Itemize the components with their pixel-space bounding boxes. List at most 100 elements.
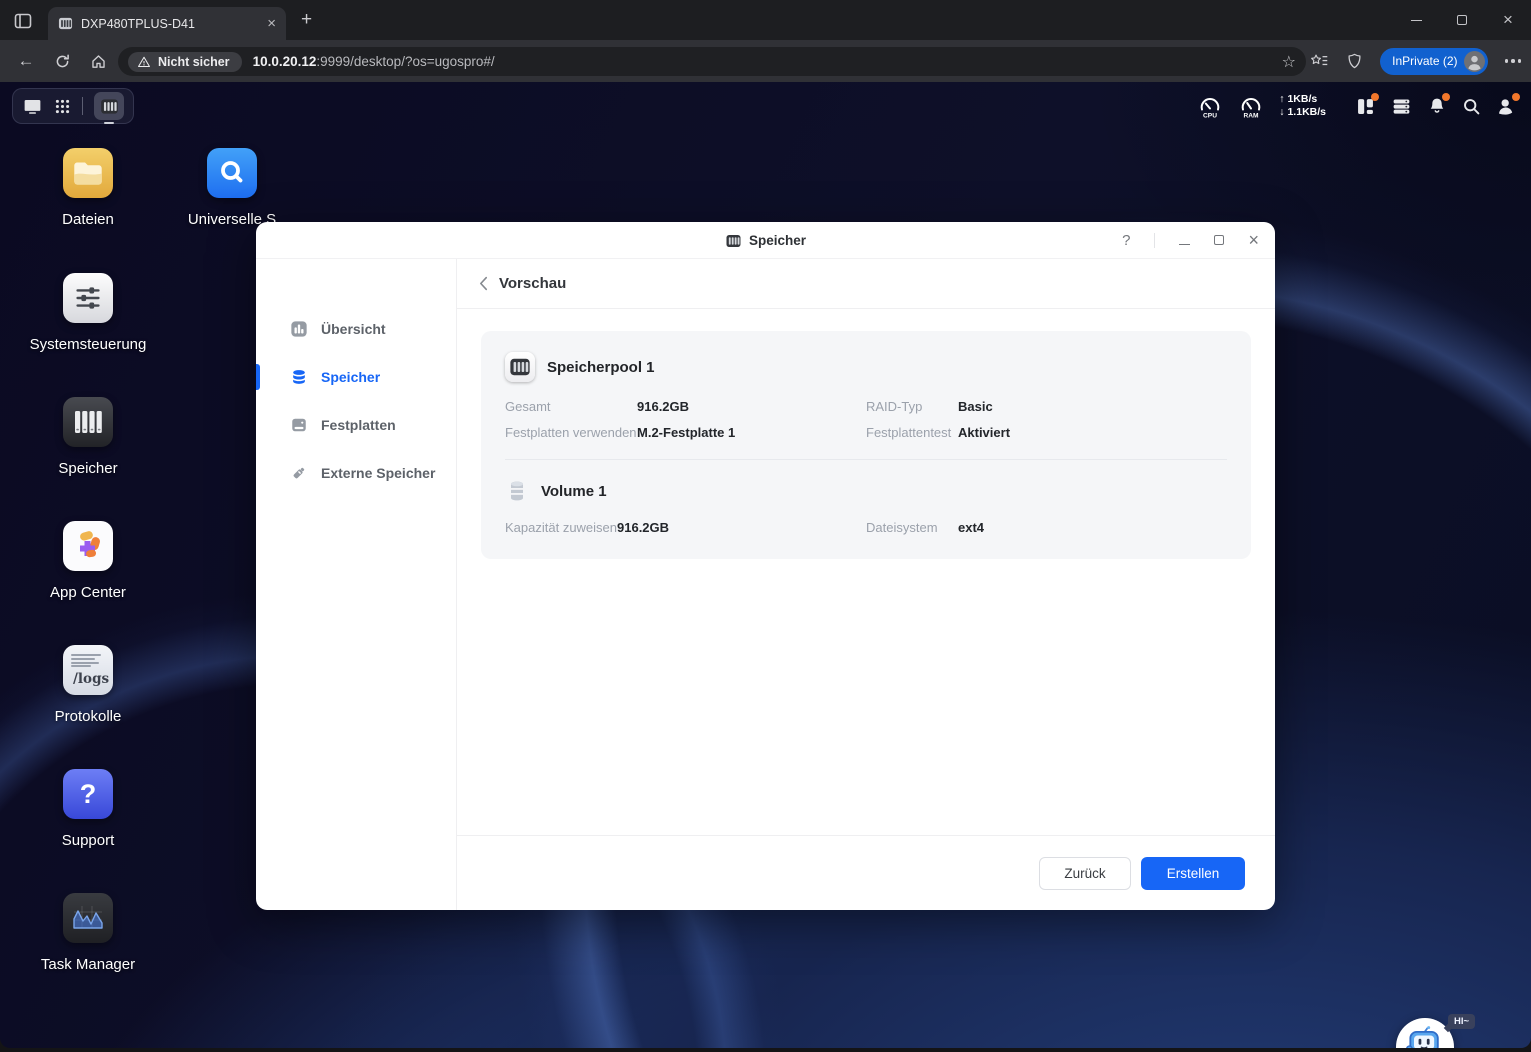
desktop-icon-app-center[interactable]: App Center — [23, 521, 153, 601]
svg-text:CPU: CPU — [1203, 113, 1217, 120]
hard-drive-icon — [290, 416, 308, 434]
dialog-title: Speicher — [748, 233, 807, 248]
app-center-icon — [63, 521, 113, 571]
desktop-icon-task-manager[interactable]: Task Manager — [23, 893, 153, 973]
profile-avatar — [1463, 50, 1485, 72]
back-button-dialog[interactable]: Zurück — [1039, 856, 1131, 890]
storage-bays-icon — [63, 397, 113, 447]
storage-pool-icon — [505, 352, 535, 382]
search-icon[interactable] — [1462, 97, 1481, 116]
preview-card: Speicherpool 1 Gesamt 916.2GB RAID-Typ B… — [481, 331, 1251, 559]
desktop-icon-storage[interactable]: Speicher — [23, 397, 153, 477]
home-button[interactable] — [80, 53, 116, 70]
pool-section-header: Speicherpool 1 — [505, 352, 1227, 382]
warning-icon — [137, 55, 151, 69]
task-manager-chart-icon — [63, 893, 113, 943]
system-status-bar: CPU RAM ↑ 1KB/s ↓ 1.1KB/s — [1197, 88, 1520, 124]
dialog-controls-divider — [1154, 233, 1156, 248]
notifications-bell-icon[interactable] — [1427, 93, 1450, 116]
dialog-maximize-button[interactable] — [1214, 232, 1225, 250]
desktop-icon-files[interactable]: Dateien — [23, 148, 153, 228]
ram-gauge-icon[interactable]: RAM — [1238, 93, 1264, 119]
detail-row: Kapazität zuweisen 916.2GB — [505, 520, 670, 535]
browser-maximize-button[interactable] — [1439, 0, 1485, 40]
desktop-icon-logs[interactable]: /logs Protokolle — [23, 645, 153, 725]
desktop-icon-control-panel[interactable]: Systemsteuerung — [23, 273, 153, 353]
dock-divider — [82, 97, 83, 115]
browser-menu-icon[interactable] — [1504, 59, 1521, 63]
sidebar-item-overview[interactable]: Übersicht — [256, 305, 456, 353]
detail-row: Festplatten verwenden M.2-Festplatte 1 — [505, 425, 736, 440]
create-button[interactable]: Erstellen — [1141, 856, 1245, 890]
widgets-icon[interactable] — [1355, 92, 1379, 117]
cpu-gauge-icon[interactable]: CPU — [1197, 93, 1223, 119]
sidebar-item-disks[interactable]: Festplatten — [256, 401, 456, 449]
inprivate-profile-badge[interactable]: InPrivate (2) — [1380, 47, 1488, 75]
browser-close-button[interactable]: × — [1485, 0, 1531, 40]
show-desktop-icon[interactable] — [22, 96, 43, 117]
url-path: :9999/desktop/?os=ugospro#/ — [316, 54, 495, 69]
svg-text:RAM: RAM — [1244, 113, 1260, 120]
mascot-speech-bubble: HI~ — [1448, 1014, 1476, 1029]
tab-close-icon[interactable]: × — [267, 16, 276, 31]
browser-essentials-shield-icon[interactable] — [1346, 52, 1363, 70]
url-text: 10.0.20.12:9999/desktop/?os=ugospro#/ — [253, 54, 495, 69]
usb-drive-icon — [290, 464, 308, 482]
control-panel-sliders-icon — [63, 273, 113, 323]
files-folder-icon — [63, 148, 113, 198]
browser-titlebar: DXP480TPLUS-D41 × + × — [0, 0, 1531, 40]
favorites-hub-icon[interactable] — [1310, 52, 1329, 70]
overview-chart-icon — [290, 320, 308, 338]
dialog-close-button[interactable]: × — [1248, 230, 1259, 251]
preview-scroll-area: Speicherpool 1 Gesamt 916.2GB RAID-Typ B… — [457, 309, 1275, 835]
tab-title: DXP480TPLUS-D41 — [81, 16, 195, 31]
sidebar-item-external-storage[interactable]: Externe Speicher — [256, 449, 456, 497]
reload-button[interactable] — [44, 53, 80, 70]
detail-row: Festplattentest Aktiviert — [866, 425, 1011, 440]
dialog-nas-icon — [725, 233, 741, 249]
user-account-icon[interactable] — [1496, 92, 1520, 117]
browser-tab[interactable]: DXP480TPLUS-D41 × — [48, 7, 286, 40]
address-bar[interactable]: Nicht sicher 10.0.20.12:9999/desktop/?os… — [118, 47, 1306, 76]
dialog-footer: Zurück Erstellen — [457, 835, 1275, 910]
logs-icon-text: /logs — [73, 671, 110, 688]
notification-dot — [1371, 92, 1379, 101]
dialog-header[interactable]: Speicher ? × — [256, 222, 1275, 259]
dialog-title-group: Speicher — [725, 222, 806, 259]
volume-title: Volume 1 — [541, 482, 607, 500]
background-tasks-icon[interactable] — [1391, 96, 1412, 117]
card-divider — [505, 459, 1227, 460]
upload-arrow-icon: ↑ — [1279, 93, 1285, 105]
desktop-icon-support[interactable]: ? Support — [23, 769, 153, 849]
dialog-minimize-button[interactable] — [1179, 232, 1191, 250]
security-label: Nicht sicher — [158, 54, 230, 69]
support-question-icon: ? — [63, 769, 113, 819]
back-button[interactable]: ← — [8, 51, 44, 71]
page-title: Vorschau — [499, 275, 567, 292]
desktop-icon-universal-search[interactable]: Universelle S — [167, 148, 297, 228]
detail-row: RAID-Typ Basic — [866, 399, 993, 414]
assistant-mascot[interactable]: HI~ — [1396, 1014, 1476, 1048]
detail-row: Gesamt 916.2GB — [505, 399, 690, 414]
url-host: 10.0.20.12 — [252, 54, 317, 69]
dock-active-storage-app[interactable] — [94, 92, 124, 124]
storage-database-icon — [290, 368, 308, 386]
network-speeds[interactable]: ↑ 1KB/s ↓ 1.1KB/s — [1279, 93, 1326, 119]
browser-right-tools: InPrivate (2) — [1310, 40, 1521, 82]
app-launcher-grid-icon[interactable] — [54, 98, 71, 115]
browser-minimize-button[interactable] — [1393, 0, 1439, 40]
desktop-dock — [12, 88, 134, 124]
pool-title: Speicherpool 1 — [547, 358, 655, 376]
back-chevron-icon[interactable] — [479, 276, 488, 291]
dialog-help-button[interactable]: ? — [1122, 232, 1130, 249]
tab-overview-icon[interactable] — [12, 10, 34, 32]
download-arrow-icon: ↓ — [1279, 106, 1285, 118]
logs-icon: /logs — [63, 645, 113, 695]
breadcrumb: Vorschau — [457, 259, 1275, 309]
site-security-chip[interactable]: Nicht sicher — [128, 51, 242, 72]
sidebar-item-storage[interactable]: Speicher — [256, 353, 456, 401]
browser-window-controls: × — [1393, 0, 1531, 40]
favorite-star-icon[interactable]: ☆ — [1282, 52, 1296, 72]
storage-dialog: Speicher ? × Übersicht Speicher Festplat… — [256, 222, 1275, 910]
new-tab-button[interactable]: + — [301, 9, 312, 31]
